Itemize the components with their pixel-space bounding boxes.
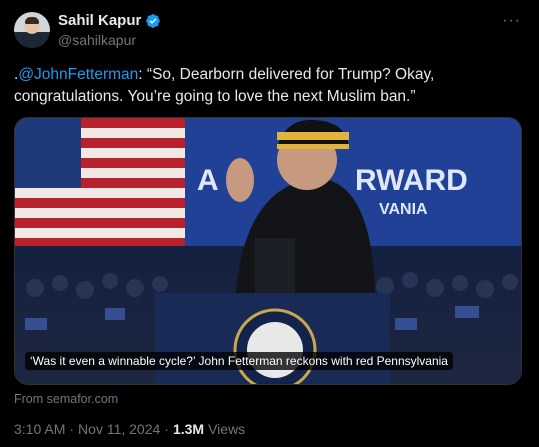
link-card[interactable]: A N RWARD VANIA ‘Was it even a winnable … xyxy=(14,117,522,385)
banner-text-right: RWARD xyxy=(355,164,468,197)
card-source[interactable]: From semafor.com xyxy=(14,392,118,406)
mention-link[interactable]: @JohnFetterman xyxy=(18,66,138,83)
tweet-meta: 3:10 AM · Nov 11, 2024 · 1.3M Views xyxy=(14,421,245,437)
tweet-text: .@JohnFetterman: “So, Dearborn delivered… xyxy=(14,64,514,108)
meta-separator-2: · xyxy=(164,421,169,437)
verified-badge-icon xyxy=(146,13,161,28)
views-label: Views xyxy=(208,421,246,437)
banner-text-sub: VANIA xyxy=(379,201,428,218)
flag-image xyxy=(15,118,185,246)
tweet-date[interactable]: Nov 11, 2024 xyxy=(78,421,160,437)
card-caption[interactable]: ‘Was it even a winnable cycle?’ John Fet… xyxy=(25,352,453,370)
more-options-icon[interactable]: ··· xyxy=(502,12,521,30)
card-image: A N RWARD VANIA xyxy=(15,118,521,384)
avatar-hair xyxy=(25,17,39,24)
author-avatar[interactable] xyxy=(14,12,50,48)
views-count[interactable]: 1.3M xyxy=(173,421,204,437)
tweet-time[interactable]: 3:10 AM xyxy=(14,421,65,437)
meta-separator: · xyxy=(69,421,75,437)
avatar-suit xyxy=(20,34,44,48)
author-name[interactable]: Sahil Kapur xyxy=(58,12,141,29)
author-handle[interactable]: @sahilkapur xyxy=(58,32,136,48)
author-name-row[interactable]: Sahil Kapur xyxy=(58,12,161,29)
